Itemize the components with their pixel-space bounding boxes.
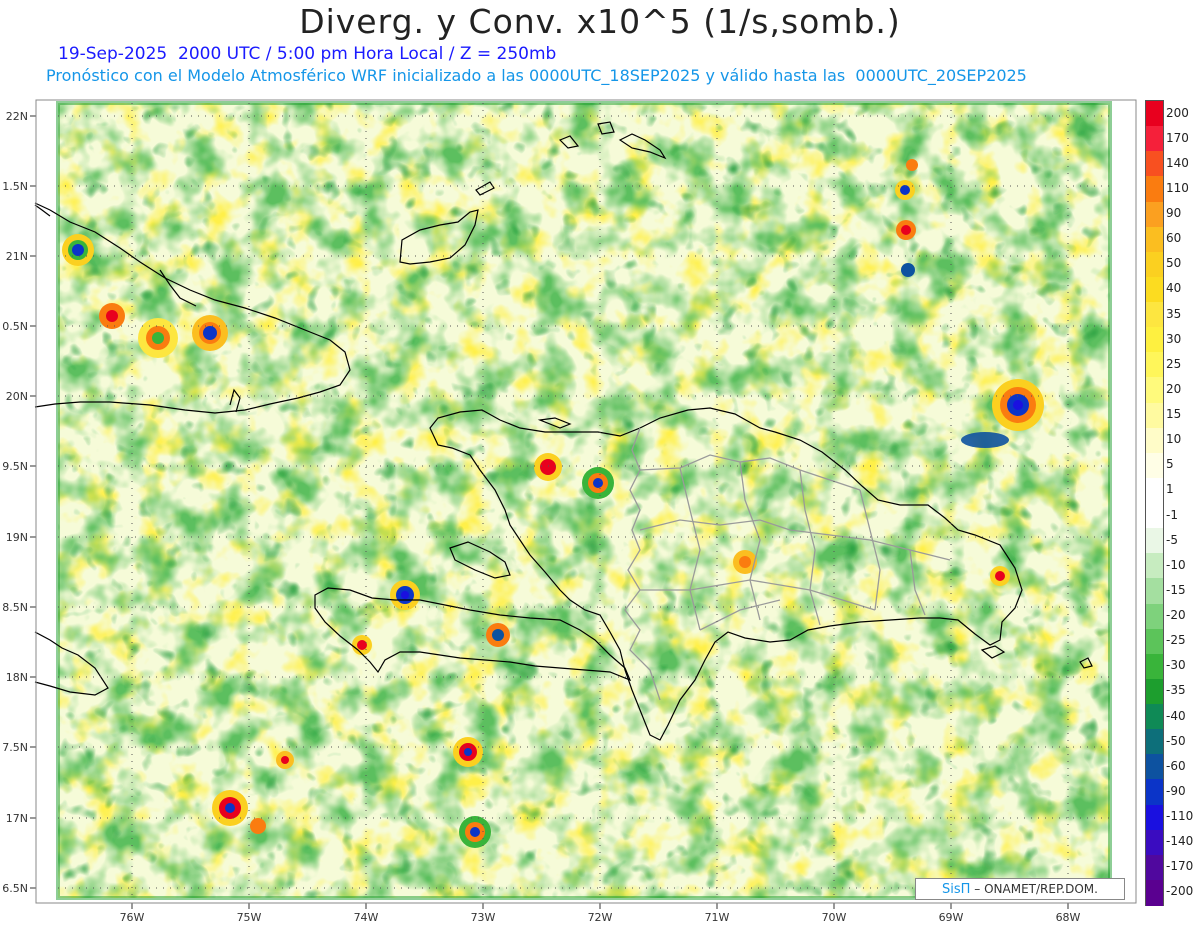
colorbar: [1145, 100, 1164, 906]
lat-label: 19N: [6, 531, 28, 544]
colorbar-label: 170: [1166, 130, 1189, 145]
lat-label: 9.5N: [2, 460, 28, 473]
lon-label: 71W: [705, 911, 730, 924]
colorbar-label: -200: [1166, 884, 1194, 899]
lon-label: 69W: [939, 911, 964, 924]
credit-brand: SisΠ: [942, 882, 971, 897]
colorbar-cell: [1146, 528, 1163, 554]
colorbar-cell: [1146, 578, 1163, 604]
colorbar-label: 40: [1166, 281, 1182, 296]
lat-label: 17N: [6, 812, 28, 825]
colorbar-label: 200: [1166, 105, 1189, 120]
colorbar-label: 30: [1166, 331, 1182, 346]
colorbar-cell: [1146, 352, 1163, 378]
lat-label: 21N: [6, 250, 28, 263]
colorbar-cell: [1146, 201, 1163, 228]
lat-label: 18N: [6, 671, 28, 684]
credit-box: SisΠ – ONAMET/REP.DOM.: [915, 878, 1125, 900]
lon-label: 76W: [120, 911, 145, 924]
lon-label: 74W: [354, 911, 379, 924]
colorbar-cell: [1146, 101, 1163, 127]
colorbar-cell: [1146, 302, 1163, 328]
colorbar-label: 10: [1166, 432, 1182, 447]
colorbar-cell: [1146, 754, 1163, 780]
colorbar-cell: [1146, 628, 1163, 655]
colorbar-label: -10: [1166, 557, 1186, 572]
lat-label: 6.5N: [2, 882, 28, 895]
divergence-field: [56, 101, 1112, 900]
colorbar-label: -110: [1166, 809, 1194, 824]
colorbar-cell: [1146, 804, 1163, 831]
colorbar-label: -15: [1166, 582, 1186, 597]
lat-label: 1.5N: [2, 180, 28, 193]
colorbar-label: 35: [1166, 306, 1182, 321]
colorbar-label: 15: [1166, 407, 1182, 422]
map-frame: 22N 1.5N 21N 0.5N 20N 9.5N 19N 8.5N 18N …: [2, 99, 1137, 924]
colorbar-label: 50: [1166, 256, 1182, 271]
colorbar-label: -5: [1166, 532, 1178, 547]
colorbar-label: -90: [1166, 783, 1186, 798]
colorbar-cell: [1146, 327, 1163, 353]
colorbar-label: 5: [1166, 457, 1174, 472]
colorbar-label: 140: [1166, 155, 1189, 170]
colorbar-label: -170: [1166, 859, 1194, 874]
colorbar-label: -1: [1166, 507, 1178, 522]
colorbar-label: -35: [1166, 683, 1186, 698]
colorbar-label: 1: [1166, 482, 1174, 497]
colorbar-cell: [1146, 704, 1163, 730]
colorbar-cell: [1146, 226, 1163, 253]
lat-label: 20N: [6, 390, 28, 403]
colorbar-cell: [1146, 151, 1163, 177]
colorbar-cell: [1146, 678, 1163, 705]
colorbar-label: 60: [1166, 231, 1182, 246]
colorbar-cell: [1146, 553, 1163, 579]
colorbar-cell: [1146, 377, 1163, 403]
colorbar-cell: [1146, 126, 1163, 152]
colorbar-cell: [1146, 603, 1163, 630]
lat-label: 0.5N: [2, 320, 28, 333]
lat-label: 22N: [6, 110, 28, 123]
lon-label: 72W: [588, 911, 613, 924]
colorbar-label: -25: [1166, 633, 1186, 648]
colorbar-label: -50: [1166, 733, 1186, 748]
colorbar-label: 20: [1166, 381, 1182, 396]
credit-text: – ONAMET/REP.DOM.: [974, 882, 1098, 896]
colorbar-cell: [1146, 176, 1163, 202]
colorbar-cell: [1146, 427, 1163, 454]
colorbar-label: 90: [1166, 206, 1182, 221]
colorbar-label: -40: [1166, 708, 1186, 723]
colorbar-label: -60: [1166, 758, 1186, 773]
colorbar-label: 110: [1166, 180, 1189, 195]
colorbar-label: -20: [1166, 608, 1186, 623]
colorbar-label: -140: [1166, 834, 1194, 849]
colorbar-cell: [1146, 779, 1163, 805]
colorbar-cell: [1146, 503, 1163, 529]
colorbar-cell: [1146, 477, 1163, 504]
colorbar-cell: [1146, 402, 1163, 429]
lat-label: 7.5N: [2, 741, 28, 754]
lon-label: 73W: [471, 911, 496, 924]
longitude-labels: 76W 75W 74W 73W 72W 71W 70W 69W 68W: [120, 911, 1081, 924]
colorbar-label: -30: [1166, 658, 1186, 673]
colorbar-cell: [1146, 653, 1163, 680]
lon-label: 75W: [237, 911, 262, 924]
colorbar-cell: [1146, 452, 1163, 479]
lat-label: 8.5N: [2, 601, 28, 614]
colorbar-label: 25: [1166, 356, 1182, 371]
colorbar-cell: [1146, 879, 1163, 906]
colorbar-cell: [1146, 251, 1163, 278]
colorbar-cell: [1146, 854, 1163, 881]
latitude-labels: 22N 1.5N 21N 0.5N 20N 9.5N 19N 8.5N 18N …: [2, 110, 28, 895]
colorbar-cell: [1146, 276, 1163, 303]
colorbar-cell: [1146, 829, 1163, 856]
lon-label: 70W: [822, 911, 847, 924]
lon-label: 68W: [1056, 911, 1081, 924]
colorbar-cell: [1146, 729, 1163, 755]
